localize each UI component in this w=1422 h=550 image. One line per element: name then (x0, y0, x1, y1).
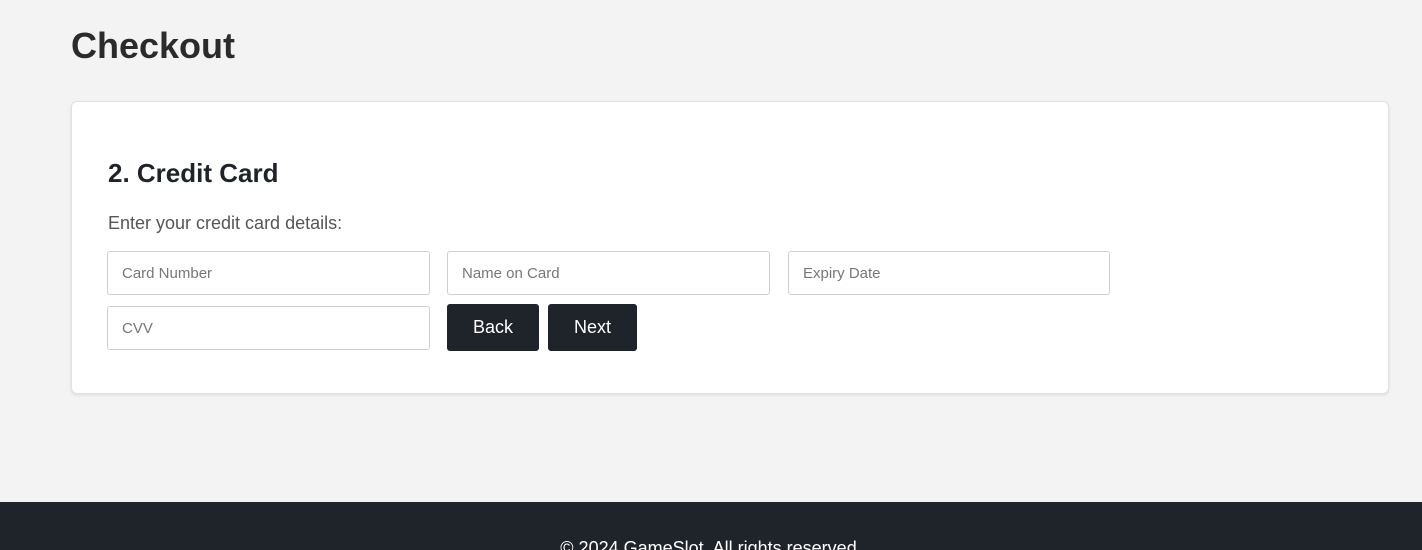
cvv-input[interactable] (107, 306, 430, 350)
expiry-date-input[interactable] (788, 251, 1110, 295)
footer-copyright: © 2024 GameSlot. All rights reserved. (560, 538, 862, 550)
back-button[interactable]: Back (447, 304, 539, 351)
footer: © 2024 GameSlot. All rights reserved. (0, 502, 1422, 550)
next-button[interactable]: Next (548, 304, 637, 351)
page-title: Checkout (71, 25, 236, 66)
card-number-input[interactable] (107, 251, 430, 295)
section-title: 2. Credit Card (108, 158, 279, 188)
instructions-text: Enter your credit card details: (108, 213, 343, 233)
credit-card-panel: 2. Credit Card Enter your credit card de… (71, 101, 1389, 394)
name-on-card-input[interactable] (447, 251, 770, 295)
